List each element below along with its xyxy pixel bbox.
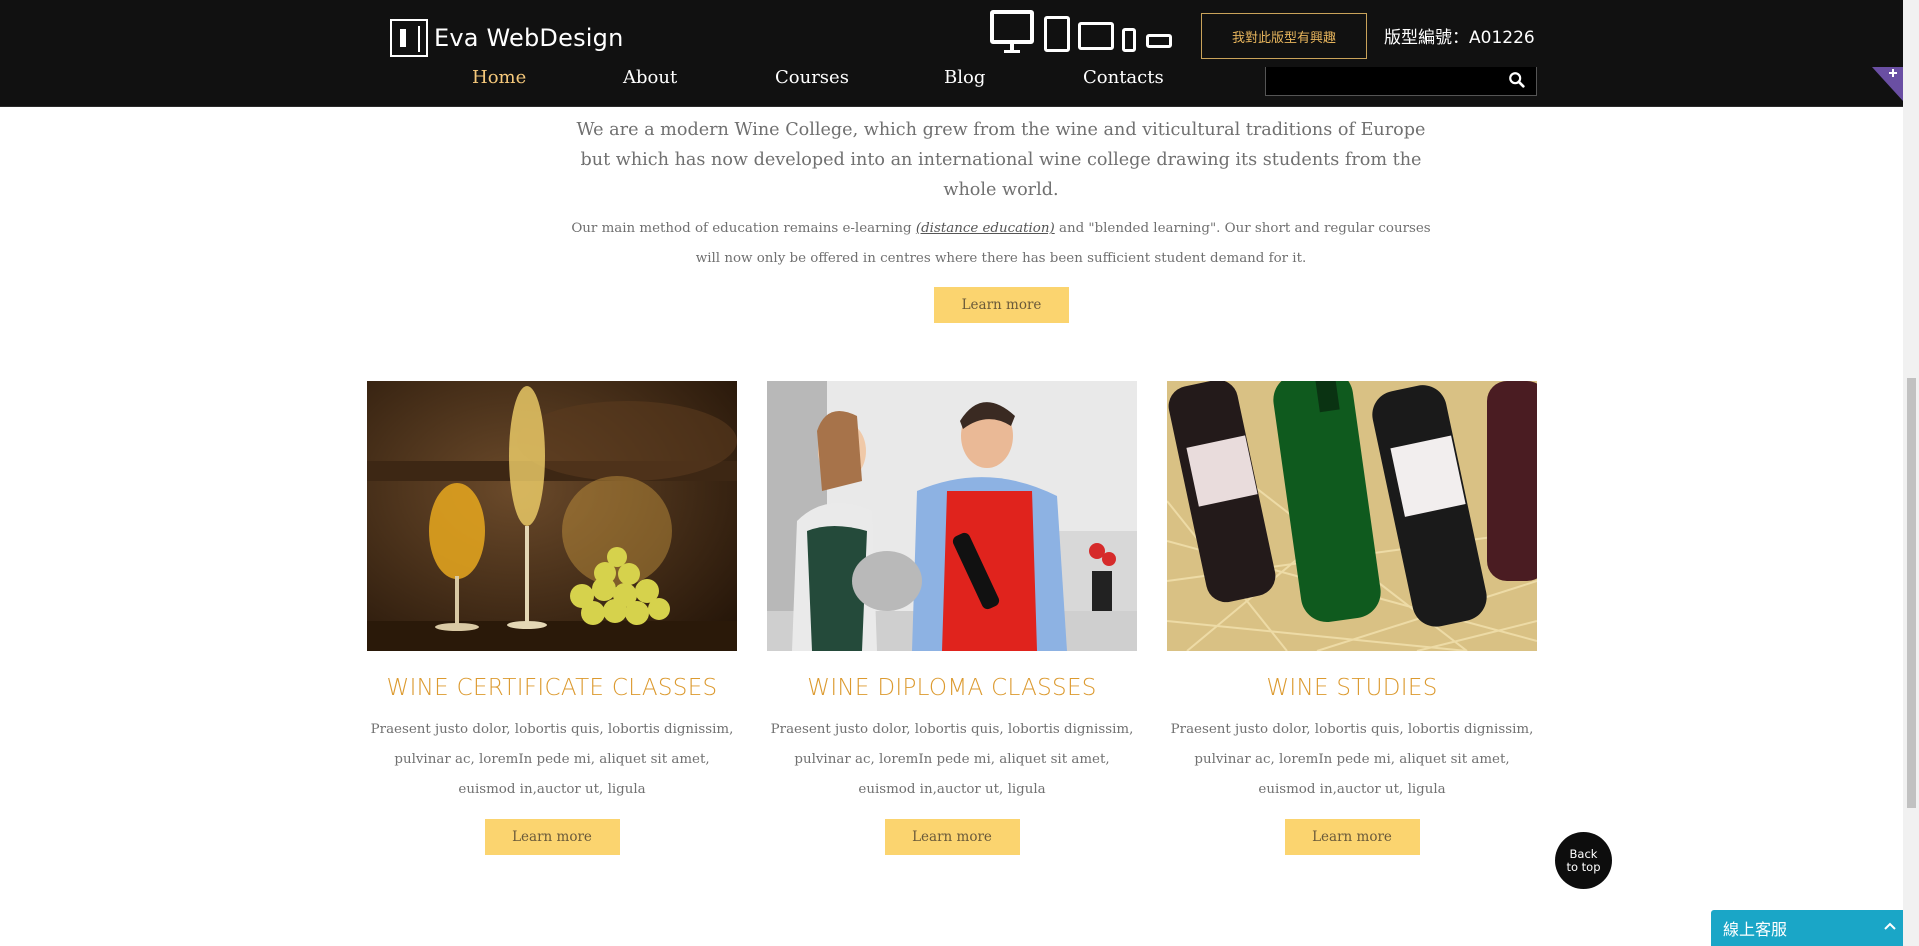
distance-education-link[interactable]: (distance education) bbox=[916, 221, 1055, 236]
logo[interactable]: Eva WebDesign bbox=[390, 19, 624, 57]
desktop-icon[interactable] bbox=[990, 10, 1034, 44]
nav-item-home[interactable]: Home bbox=[472, 67, 526, 91]
phone-landscape-icon[interactable] bbox=[1146, 34, 1172, 48]
nav-item-courses[interactable]: Courses bbox=[775, 67, 849, 91]
card-image bbox=[1167, 381, 1537, 651]
intro-body-text: Our main method of education remains e-l… bbox=[571, 221, 916, 236]
intro-body: Our main method of education remains e-l… bbox=[570, 214, 1432, 274]
card-title: WINE STUDIES bbox=[1266, 675, 1438, 701]
logo-mark-icon bbox=[390, 19, 428, 57]
card-learn-more-button[interactable]: Learn more bbox=[484, 819, 620, 855]
intro-lead: We are a modern Wine College, which grew… bbox=[576, 120, 1426, 200]
card-image bbox=[767, 381, 1137, 651]
back-to-top-button[interactable]: Back to top bbox=[1555, 832, 1612, 889]
top-bar: Eva WebDesign 我對此版型有興趣 版型編號：A01226 bbox=[0, 0, 1903, 67]
main-nav: Home About Courses Blog Contacts bbox=[0, 67, 1903, 107]
scrollbar[interactable] bbox=[1903, 0, 1919, 946]
template-number: 版型編號：A01226 bbox=[1384, 28, 1535, 48]
corner-ribbon-icon[interactable] bbox=[1872, 67, 1903, 101]
desktop-stand-icon bbox=[1004, 44, 1020, 54]
chat-label: 線上客服 bbox=[1723, 920, 1788, 939]
card-learn-more-button[interactable]: Learn more bbox=[884, 819, 1020, 855]
card-wine-studies: WINE STUDIES Praesent justo dolor, lobor… bbox=[1167, 381, 1537, 855]
card-text: Praesent justo dolor, lobortis quis, lob… bbox=[770, 722, 1134, 797]
wine-glasses-grapes-image bbox=[367, 381, 737, 651]
interest-button[interactable]: 我對此版型有興趣 bbox=[1201, 13, 1367, 59]
online-chat-widget[interactable]: 線上客服 bbox=[1711, 910, 1908, 946]
back-to-top-line1: Back bbox=[1569, 846, 1598, 861]
wine-bottles-straw-image bbox=[1167, 381, 1537, 651]
card-title: WINE CERTIFICATE CLASSES bbox=[386, 675, 718, 701]
couple-opening-wine-image bbox=[767, 381, 1137, 651]
card-image bbox=[367, 381, 737, 651]
card-text: Praesent justo dolor, lobortis quis, lob… bbox=[1170, 722, 1534, 797]
phone-icon[interactable] bbox=[1122, 28, 1136, 52]
nav-item-about[interactable]: About bbox=[623, 67, 677, 91]
chevron-up-icon[interactable] bbox=[1884, 922, 1896, 930]
card-wine-diploma: WINE DIPLOMA CLASSES Praesent justo dolo… bbox=[767, 381, 1137, 855]
logo-text: Eva WebDesign bbox=[434, 24, 624, 52]
scrollbar-thumb[interactable] bbox=[1907, 378, 1916, 808]
card-text: Praesent justo dolor, lobortis quis, lob… bbox=[370, 722, 734, 797]
nav-item-blog[interactable]: Blog bbox=[944, 67, 985, 91]
nav-item-contacts[interactable]: Contacts bbox=[1083, 67, 1164, 91]
intro-learn-more-button[interactable]: Learn more bbox=[934, 287, 1069, 323]
tablet-landscape-icon[interactable] bbox=[1078, 22, 1114, 50]
card-learn-more-button[interactable]: Learn more bbox=[1284, 819, 1420, 855]
card-wine-certificate: WINE CERTIFICATE CLASSES Praesent justo … bbox=[367, 381, 737, 855]
search-input[interactable] bbox=[1272, 69, 1496, 93]
card-title: WINE DIPLOMA CLASSES bbox=[807, 675, 1097, 701]
tablet-icon[interactable] bbox=[1044, 16, 1070, 52]
search-box bbox=[1265, 67, 1537, 96]
search-icon[interactable] bbox=[1508, 71, 1526, 89]
back-to-top-line2: to top bbox=[1566, 859, 1601, 874]
